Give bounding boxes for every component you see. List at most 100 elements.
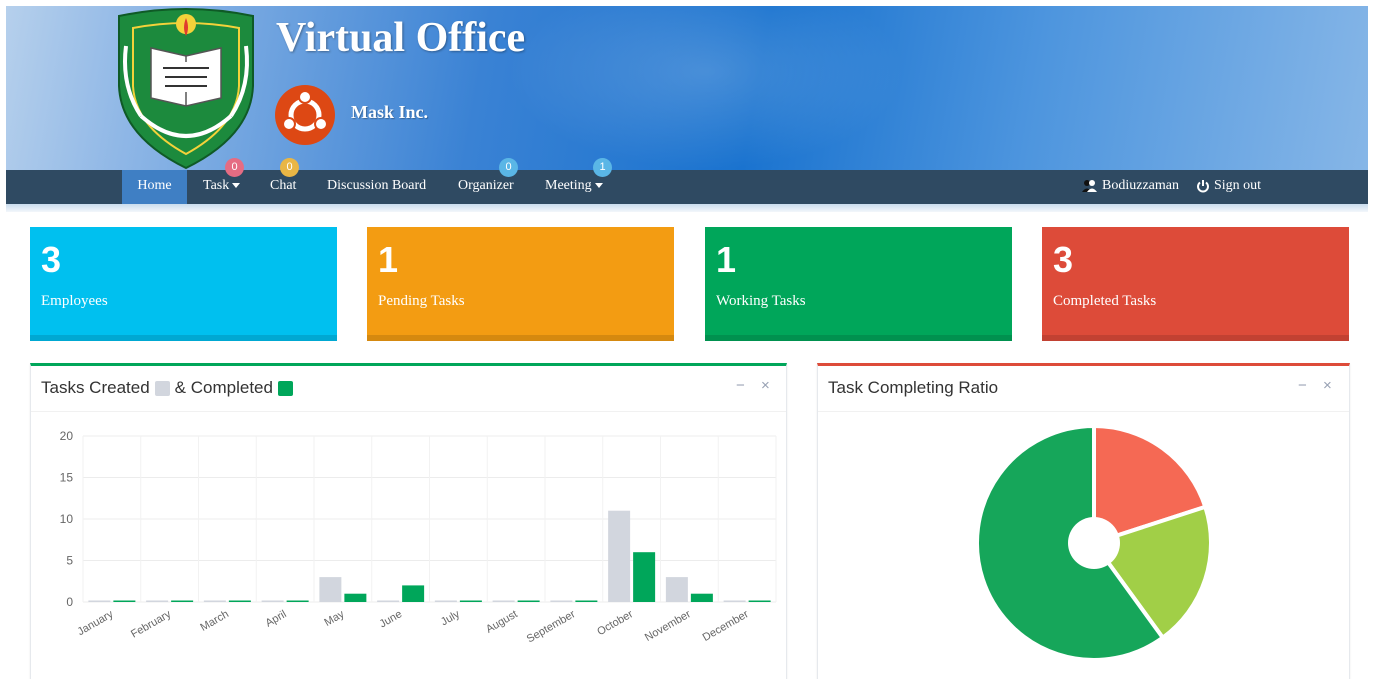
- nav-discussion-board[interactable]: Discussion Board: [327, 170, 426, 204]
- x-tick-label: December: [701, 608, 751, 644]
- ratio-chart-title: Task Completing Ratio: [828, 378, 998, 398]
- stat-employees[interactable]: 3 Employees: [30, 227, 337, 341]
- stat-pending-value: 1: [378, 239, 399, 280]
- x-tick-label: November: [643, 608, 693, 644]
- x-tick-label: February: [129, 608, 174, 641]
- ubuntu-logo-icon: [275, 85, 335, 145]
- x-tick-label: September: [525, 608, 578, 645]
- organizer-badge: 0: [499, 158, 518, 177]
- main-navbar: Home 0 Task 0 Chat Discussion Board 0 Or…: [6, 158, 1368, 204]
- bar-created: [261, 600, 284, 602]
- stat-employees-label: Employees: [41, 293, 108, 309]
- bar-completed: [344, 593, 367, 602]
- signout-link[interactable]: Sign out: [1196, 170, 1261, 204]
- stat-footer: [1042, 335, 1349, 341]
- legend-created-swatch: [154, 380, 170, 396]
- tasks-chart-title: Tasks Created & Completed: [41, 378, 293, 398]
- stat-working-label: Working Tasks: [716, 293, 806, 309]
- nav-chat[interactable]: 0 Chat: [270, 158, 299, 204]
- tasks-chart-panel: Tasks Created & Completed − × 0 5 10 15 20 Ja…: [30, 363, 787, 679]
- nav-organizer[interactable]: 0 Organizer: [458, 158, 518, 204]
- bar-completed: [113, 600, 136, 602]
- bar-completed: [228, 600, 251, 602]
- bar-completed: [402, 585, 425, 602]
- nav-task-label: Task: [203, 178, 230, 193]
- meeting-badge: 1: [593, 158, 612, 177]
- close-button[interactable]: ×: [1323, 377, 1332, 394]
- nav-meeting[interactable]: 1 Meeting: [545, 158, 612, 204]
- x-tick-label: October: [595, 608, 635, 638]
- navbar-shadow: [6, 204, 1368, 212]
- stat-pending-tasks[interactable]: 1 Pending Tasks: [367, 227, 674, 341]
- bar-created: [608, 510, 631, 602]
- y-tick-label: 5: [66, 554, 73, 568]
- company-name: Mask Inc.: [351, 102, 429, 122]
- ratio-pie-chart: [975, 423, 1213, 662]
- stat-pending-label: Pending Tasks: [378, 293, 465, 309]
- power-icon: [1197, 179, 1209, 193]
- user-menu[interactable]: Bodiuzzaman: [1082, 170, 1179, 204]
- pie-hole: [1068, 517, 1120, 569]
- header-banner: Virtual Office Mask Inc.: [6, 6, 1368, 170]
- stat-footer: [705, 335, 1012, 341]
- bar-created: [665, 577, 688, 602]
- panel-divider: [818, 411, 1349, 412]
- tasks-created-title: Tasks Created: [41, 378, 150, 397]
- chevron-down-icon: [232, 183, 241, 189]
- tasks-completed-title: & Completed: [174, 378, 273, 397]
- nav-task[interactable]: 0 Task: [203, 158, 244, 204]
- user-icon: [1082, 179, 1097, 192]
- ratio-title-text: Task Completing Ratio: [828, 378, 999, 397]
- tasks-bar-chart: 0 5 10 15 20 January February March April May June…: [60, 429, 777, 646]
- y-tick-label: 0: [66, 595, 73, 609]
- stat-employees-value: 3: [41, 239, 62, 280]
- bar-created: [203, 600, 226, 602]
- bar-created: [377, 600, 400, 602]
- bar-completed: [517, 600, 540, 602]
- x-tick-label: January: [75, 608, 115, 638]
- nav-organizer-label: Organizer: [458, 178, 514, 193]
- header-glow: [506, 6, 906, 170]
- stat-completed-value: 3: [1053, 239, 1074, 280]
- x-tick-label: March: [198, 608, 230, 634]
- nav-home[interactable]: Home: [122, 170, 187, 204]
- minimize-button[interactable]: −: [1298, 377, 1307, 394]
- bar-completed: [171, 600, 194, 602]
- close-button[interactable]: ×: [761, 377, 770, 394]
- bar-completed: [748, 600, 771, 602]
- x-tick-label: August: [484, 608, 520, 636]
- bar-created: [434, 600, 457, 602]
- bar-completed: [459, 600, 482, 602]
- university-crest-icon: [118, 8, 254, 170]
- x-tick-label: June: [377, 608, 404, 630]
- chevron-down-icon: [594, 183, 603, 189]
- panel-divider: [31, 411, 786, 412]
- x-tick-label: May: [322, 608, 346, 629]
- app-title: Virtual Office: [276, 15, 526, 61]
- bar-created: [319, 577, 342, 602]
- stat-completed-label: Completed Tasks: [1053, 293, 1157, 309]
- x-tick-label: April: [264, 608, 289, 629]
- y-tick-label: 10: [60, 512, 74, 526]
- bar-created: [146, 600, 169, 602]
- bar-completed: [690, 593, 713, 602]
- stat-footer: [30, 335, 337, 341]
- y-tick-label: 15: [60, 471, 74, 485]
- x-tick-label: July: [439, 608, 462, 628]
- chat-badge: 0: [280, 158, 299, 177]
- bar-created: [88, 600, 111, 602]
- bar-created: [492, 600, 515, 602]
- y-tick-label: 20: [60, 429, 74, 443]
- stat-working-tasks[interactable]: 1 Working Tasks: [705, 227, 1012, 341]
- nav-chat-label: Chat: [270, 178, 297, 193]
- minimize-button[interactable]: −: [736, 377, 745, 394]
- bar-completed: [575, 600, 598, 602]
- stat-footer: [367, 335, 674, 341]
- signout-label: Sign out: [1214, 178, 1262, 193]
- bar-created: [723, 600, 746, 602]
- bar-completed: [286, 600, 309, 602]
- ratio-chart-panel: Task Completing Ratio − ×: [817, 363, 1350, 679]
- legend-completed-swatch: [277, 380, 293, 396]
- stat-completed-tasks[interactable]: 3 Completed Tasks: [1042, 227, 1349, 341]
- bar-created: [550, 600, 573, 602]
